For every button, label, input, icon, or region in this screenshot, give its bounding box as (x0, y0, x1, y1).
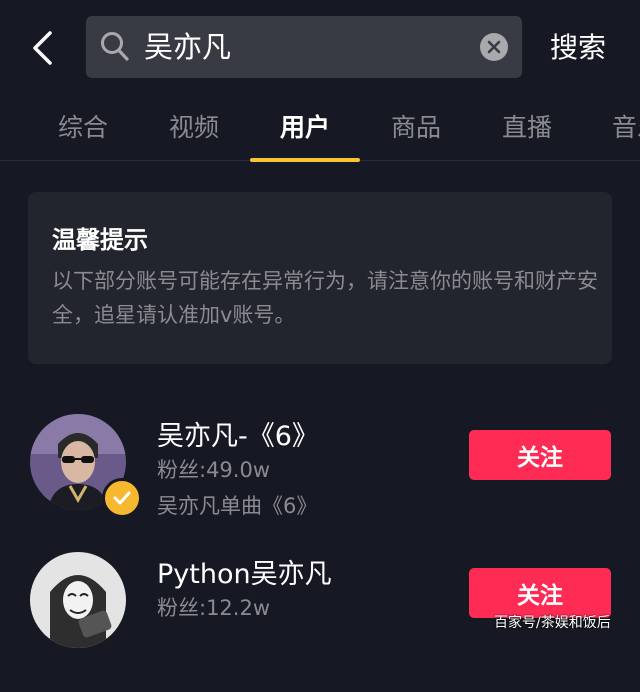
user-fan-count: 粉丝:12.2w (157, 596, 271, 620)
tab-products[interactable]: 商品 (361, 98, 471, 158)
tab-users[interactable]: 用户 (250, 98, 360, 158)
back-button[interactable] (22, 26, 62, 70)
clear-search-button[interactable] (480, 33, 508, 61)
verified-badge-icon (102, 478, 142, 518)
tab-videos[interactable]: 视频 (139, 98, 249, 158)
search-query-text[interactable]: 吴亦凡 (144, 16, 231, 78)
user-description: 吴亦凡单曲《6》 (157, 494, 318, 518)
user-name: Python吴亦凡 (157, 559, 332, 590)
search-button[interactable]: 搜索 (550, 24, 606, 72)
search-input[interactable]: 吴亦凡 (86, 16, 522, 78)
user-name: 吴亦凡-《6》 (157, 421, 319, 452)
notice-body: 以下部分账号可能存在异常行为，请注意你的账号和财产安全，追星请认准加v账号。 (52, 269, 598, 327)
search-icon (100, 31, 130, 67)
tab-all[interactable]: 综合 (28, 98, 138, 158)
search-tabs: 综合 视频 用户 商品 直播 音乐 (0, 98, 640, 161)
user-list-item[interactable]: 吴亦凡-《6》 粉丝:49.0w 吴亦凡单曲《6》 关注 (0, 414, 640, 554)
notice-title: 温馨提示 (52, 226, 148, 254)
follow-button[interactable]: 关注 (469, 568, 611, 618)
warning-notice: 温馨提示 以下部分账号可能存在异常行为，请注意你的账号和财产安全，追星请认准加v… (28, 192, 612, 364)
close-icon (487, 40, 501, 54)
tab-music[interactable]: 音乐 (583, 98, 640, 158)
active-tab-indicator (250, 158, 360, 162)
follow-button[interactable]: 关注 (469, 430, 611, 480)
chevron-left-icon (33, 31, 52, 65)
top-bar: 吴亦凡 搜索 (0, 0, 640, 96)
watermark: 百家号/茶娱和饭后 (494, 615, 611, 631)
user-fan-count: 粉丝:49.0w (157, 458, 271, 482)
tab-live[interactable]: 直播 (472, 98, 582, 158)
avatar[interactable] (30, 552, 126, 648)
